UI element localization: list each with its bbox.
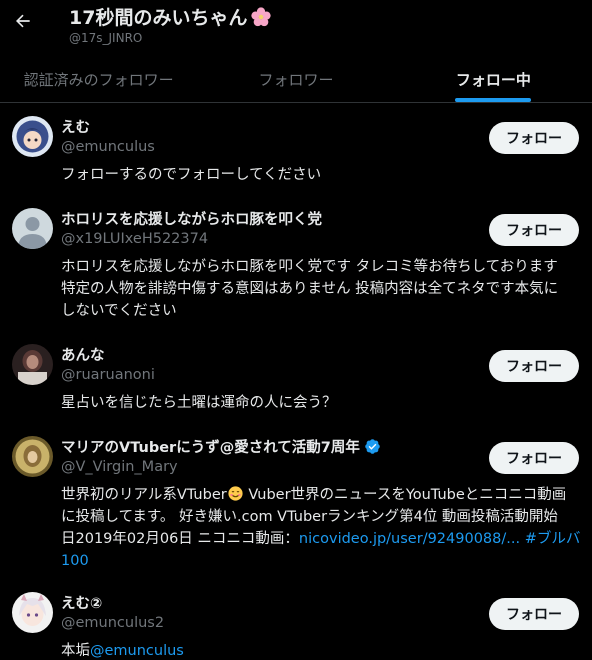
user-name[interactable]: ホロリスを応援しながらホロ豚を叩く党 — [61, 208, 322, 229]
avatar[interactable] — [12, 592, 53, 633]
user-cell[interactable]: あんな @ruaruanoni 星占いを信じたら土曜は運命の人に会う？ フォロー — [0, 344, 592, 424]
user-bio: 星占いを信じたら土曜は運命の人に会う？ — [61, 395, 337, 411]
active-tab-indicator — [455, 98, 532, 102]
back-button[interactable] — [6, 4, 40, 38]
bio-link[interactable]: nicovideo.jp/user/92490088/... — [299, 531, 520, 547]
user-cell[interactable]: マリアのVTuberにうず@愛されて活動7周年 @V_Virgin_Mary 世… — [0, 436, 592, 581]
user-handle[interactable]: @V_Virgin_Mary — [61, 459, 178, 475]
user-bio: ホロリスを応援しながらホロ豚を叩く党です タレコミ等お待ちしております 特定の人… — [61, 259, 559, 319]
avatar-image — [12, 436, 53, 477]
page-title: 17秒間のみいちゃん — [69, 3, 272, 30]
user-cell[interactable]: ホロリスを応援しながらホロ豚を叩く党 @x19LUIxeH522374 ホロリス… — [0, 208, 592, 328]
avatar[interactable] — [12, 116, 53, 157]
profile-header: 17秒間のみいちゃん @17s_JINRO — [0, 0, 592, 56]
follow-button[interactable]: フォロー — [489, 122, 579, 154]
mention-link[interactable]: @emunculus — [90, 643, 184, 659]
hashtag-link[interactable]: 100 — [61, 553, 89, 569]
user-bio: 世界初のリアル系VTuber Vuber世界のニュースをYouTubeとニコニコ… — [61, 486, 581, 569]
tab-label: フォロワー — [258, 70, 334, 89]
user-name[interactable]: マリアのVTuberにうず@愛されて活動7周年 — [61, 436, 381, 457]
smiling-face-emoji-icon — [228, 486, 243, 501]
user-name[interactable]: えむ — [61, 116, 90, 137]
user-handle[interactable]: @x19LUIxeH522374 — [61, 231, 208, 247]
tab-followers[interactable]: フォロワー — [197, 56, 394, 102]
hashtag-link[interactable]: #ブルバ — [520, 531, 581, 547]
follow-button[interactable]: フォロー — [489, 214, 579, 246]
tab-following[interactable]: フォロー中 — [395, 56, 592, 102]
follow-button[interactable]: フォロー — [489, 442, 579, 474]
user-handle[interactable]: @emunculus2 — [61, 615, 164, 631]
tab-verified-followers[interactable]: 認証済みのフォロワー — [0, 56, 197, 102]
user-name[interactable]: あんな — [61, 344, 105, 365]
user-handle[interactable]: @ruaruanoni — [61, 367, 155, 383]
user-bio: 本垢@emunculus — [61, 643, 184, 659]
arrow-left-icon — [16, 14, 30, 28]
user-name[interactable]: えむ② — [61, 592, 102, 613]
verified-badge-icon — [365, 439, 380, 454]
avatar-image — [12, 592, 53, 633]
user-cell[interactable]: えむ② @emunculus2 本垢@emunculus フォロー — [0, 592, 592, 660]
cherry-blossom-icon — [251, 7, 272, 27]
avatar-image — [12, 344, 53, 385]
user-handle[interactable]: @emunculus — [61, 139, 155, 155]
user-cell[interactable]: えむ @emunculus フォローするのでフォローしてください フォロー — [0, 116, 592, 196]
tab-bar: 認証済みのフォロワー フォロワー フォロー中 — [0, 56, 592, 103]
avatar[interactable] — [12, 208, 53, 249]
user-bio: フォローするのでフォローしてください — [61, 167, 322, 183]
default-avatar-image — [12, 208, 53, 249]
follow-button[interactable]: フォロー — [489, 350, 579, 382]
profile-handle: @17s_JINRO — [69, 31, 143, 45]
avatar-image — [12, 116, 53, 157]
avatar[interactable] — [12, 436, 53, 477]
follow-button[interactable]: フォロー — [489, 598, 579, 630]
avatar[interactable] — [12, 344, 53, 385]
tab-label: 認証済みのフォロワー — [23, 70, 174, 89]
tab-label: フォロー中 — [455, 70, 531, 89]
